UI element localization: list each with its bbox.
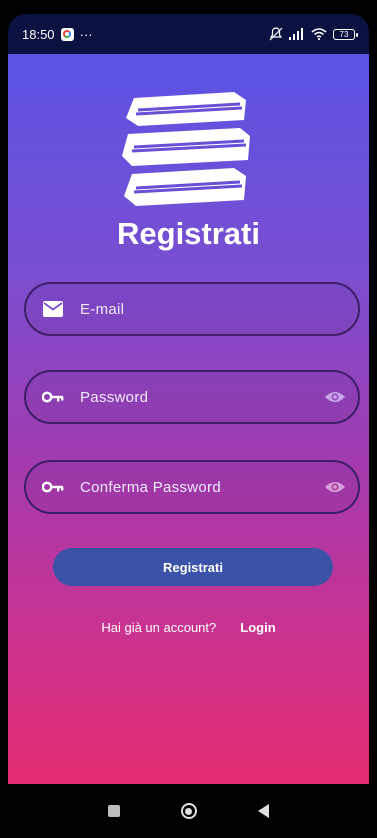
login-prompt: Hai già un account? (101, 620, 217, 635)
status-time: 18:50 (22, 26, 55, 42)
register-screen: Registrati E-mail Password Conferma Pass… (8, 54, 369, 784)
confirm-password-label: Conferma Password (80, 478, 221, 496)
back-button[interactable] (257, 804, 269, 818)
page-title: Registrati (117, 216, 260, 251)
home-button[interactable] (180, 803, 197, 819)
stacked-books-icon (122, 92, 250, 206)
status-left: 18:50 ··· (22, 27, 93, 42)
battery-icon: 73 (333, 28, 358, 40)
google-notification-icon (60, 27, 74, 41)
eye-icon[interactable] (324, 386, 346, 408)
register-button[interactable]: Registrati (53, 548, 333, 586)
signal-icon (289, 28, 303, 40)
key-icon (42, 476, 64, 498)
mute-icon (269, 27, 283, 41)
wifi-icon (311, 28, 327, 40)
recents-button[interactable] (108, 805, 121, 817)
status-bar: 18:50 ··· 73 (8, 14, 369, 54)
login-link[interactable]: Login (240, 620, 275, 635)
phone-screen: 18:50 ··· 73 Registrati E-mail Password … (0, 0, 377, 838)
password-field[interactable]: Password (24, 370, 360, 424)
eye-icon[interactable] (324, 476, 346, 498)
key-icon (42, 386, 64, 408)
more-notifications-icon: ··· (79, 26, 93, 42)
password-label: Password (80, 388, 149, 406)
status-right: 73 (269, 27, 358, 41)
email-field[interactable]: E-mail (24, 282, 360, 336)
email-label: E-mail (80, 300, 125, 318)
confirm-password-field[interactable]: Conferma Password (24, 460, 360, 514)
login-prompt-row: Hai già un account? Login (8, 620, 369, 635)
system-nav-bar (8, 784, 369, 838)
envelope-icon (42, 298, 64, 320)
